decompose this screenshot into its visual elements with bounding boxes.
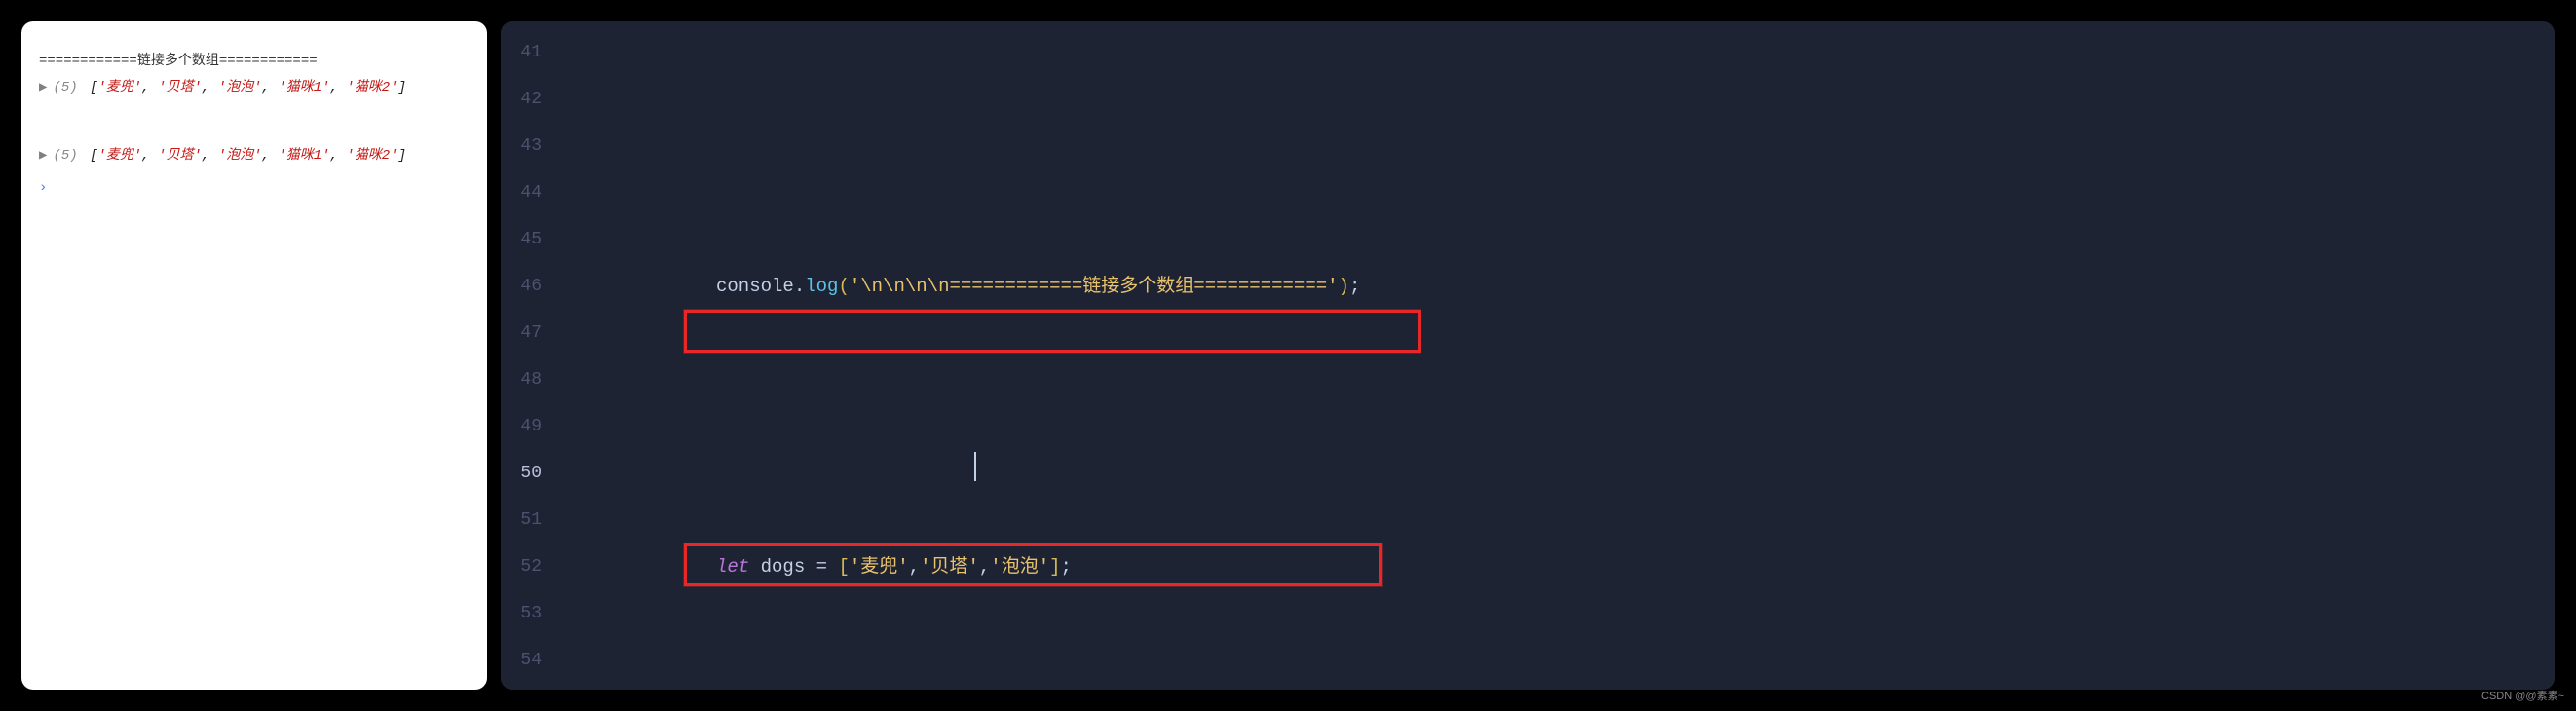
console-log-text: ============链接多个数组============ bbox=[39, 49, 470, 75]
line-number-gutter: 41 42 43 44 45 46 47 48 49 50 51 52 53 5… bbox=[501, 21, 555, 690]
line-number: 48 bbox=[501, 356, 542, 403]
line-number-current: 50 bbox=[501, 450, 542, 497]
line-number: 45 bbox=[501, 216, 542, 263]
line-number: 54 bbox=[501, 637, 542, 684]
devtools-console-panel[interactable]: ============链接多个数组============ ▶(5) ['麦兜… bbox=[21, 21, 487, 690]
line-number: 44 bbox=[501, 169, 542, 216]
code-line[interactable]: let dogs = ['麦兜','贝塔','泡泡']; bbox=[575, 543, 2555, 590]
line-number: 49 bbox=[501, 403, 542, 450]
line-number: 41 bbox=[501, 29, 542, 76]
text-cursor bbox=[974, 452, 976, 481]
code-content[interactable]: console.log('\n\n\n\n============链接多个数组=… bbox=[555, 21, 2555, 690]
watermark-text: CSDN @@素素~ bbox=[2481, 688, 2564, 703]
highlight-box bbox=[684, 310, 1421, 353]
code-line[interactable]: let cats = ['猫咪1','猫咪2']; bbox=[575, 684, 2555, 690]
code-line[interactable]: console.log('\n\n\n\n============链接多个数组=… bbox=[575, 263, 2555, 310]
code-line[interactable] bbox=[575, 123, 2555, 169]
code-line[interactable] bbox=[575, 403, 2555, 450]
expand-icon[interactable]: ▶ bbox=[39, 80, 47, 95]
line-number: 47 bbox=[501, 310, 542, 356]
console-blank-line bbox=[39, 100, 470, 143]
line-number: 46 bbox=[501, 263, 542, 310]
line-number: 53 bbox=[501, 590, 542, 637]
line-number: 43 bbox=[501, 123, 542, 169]
line-number: 42 bbox=[501, 76, 542, 123]
console-array-output[interactable]: ▶(5) ['麦兜', '贝塔', '泡泡', '猫咪1', '猫咪2'] bbox=[39, 75, 470, 101]
console-array-output[interactable]: ▶(5) ['麦兜', '贝塔', '泡泡', '猫咪1', '猫咪2'] bbox=[39, 143, 470, 169]
console-prompt[interactable]: › bbox=[39, 175, 470, 202]
line-number: 52 bbox=[501, 543, 542, 590]
line-number: 51 bbox=[501, 497, 542, 543]
expand-icon[interactable]: ▶ bbox=[39, 148, 47, 164]
code-editor-panel[interactable]: 41 42 43 44 45 46 47 48 49 50 51 52 53 5… bbox=[501, 21, 2555, 690]
